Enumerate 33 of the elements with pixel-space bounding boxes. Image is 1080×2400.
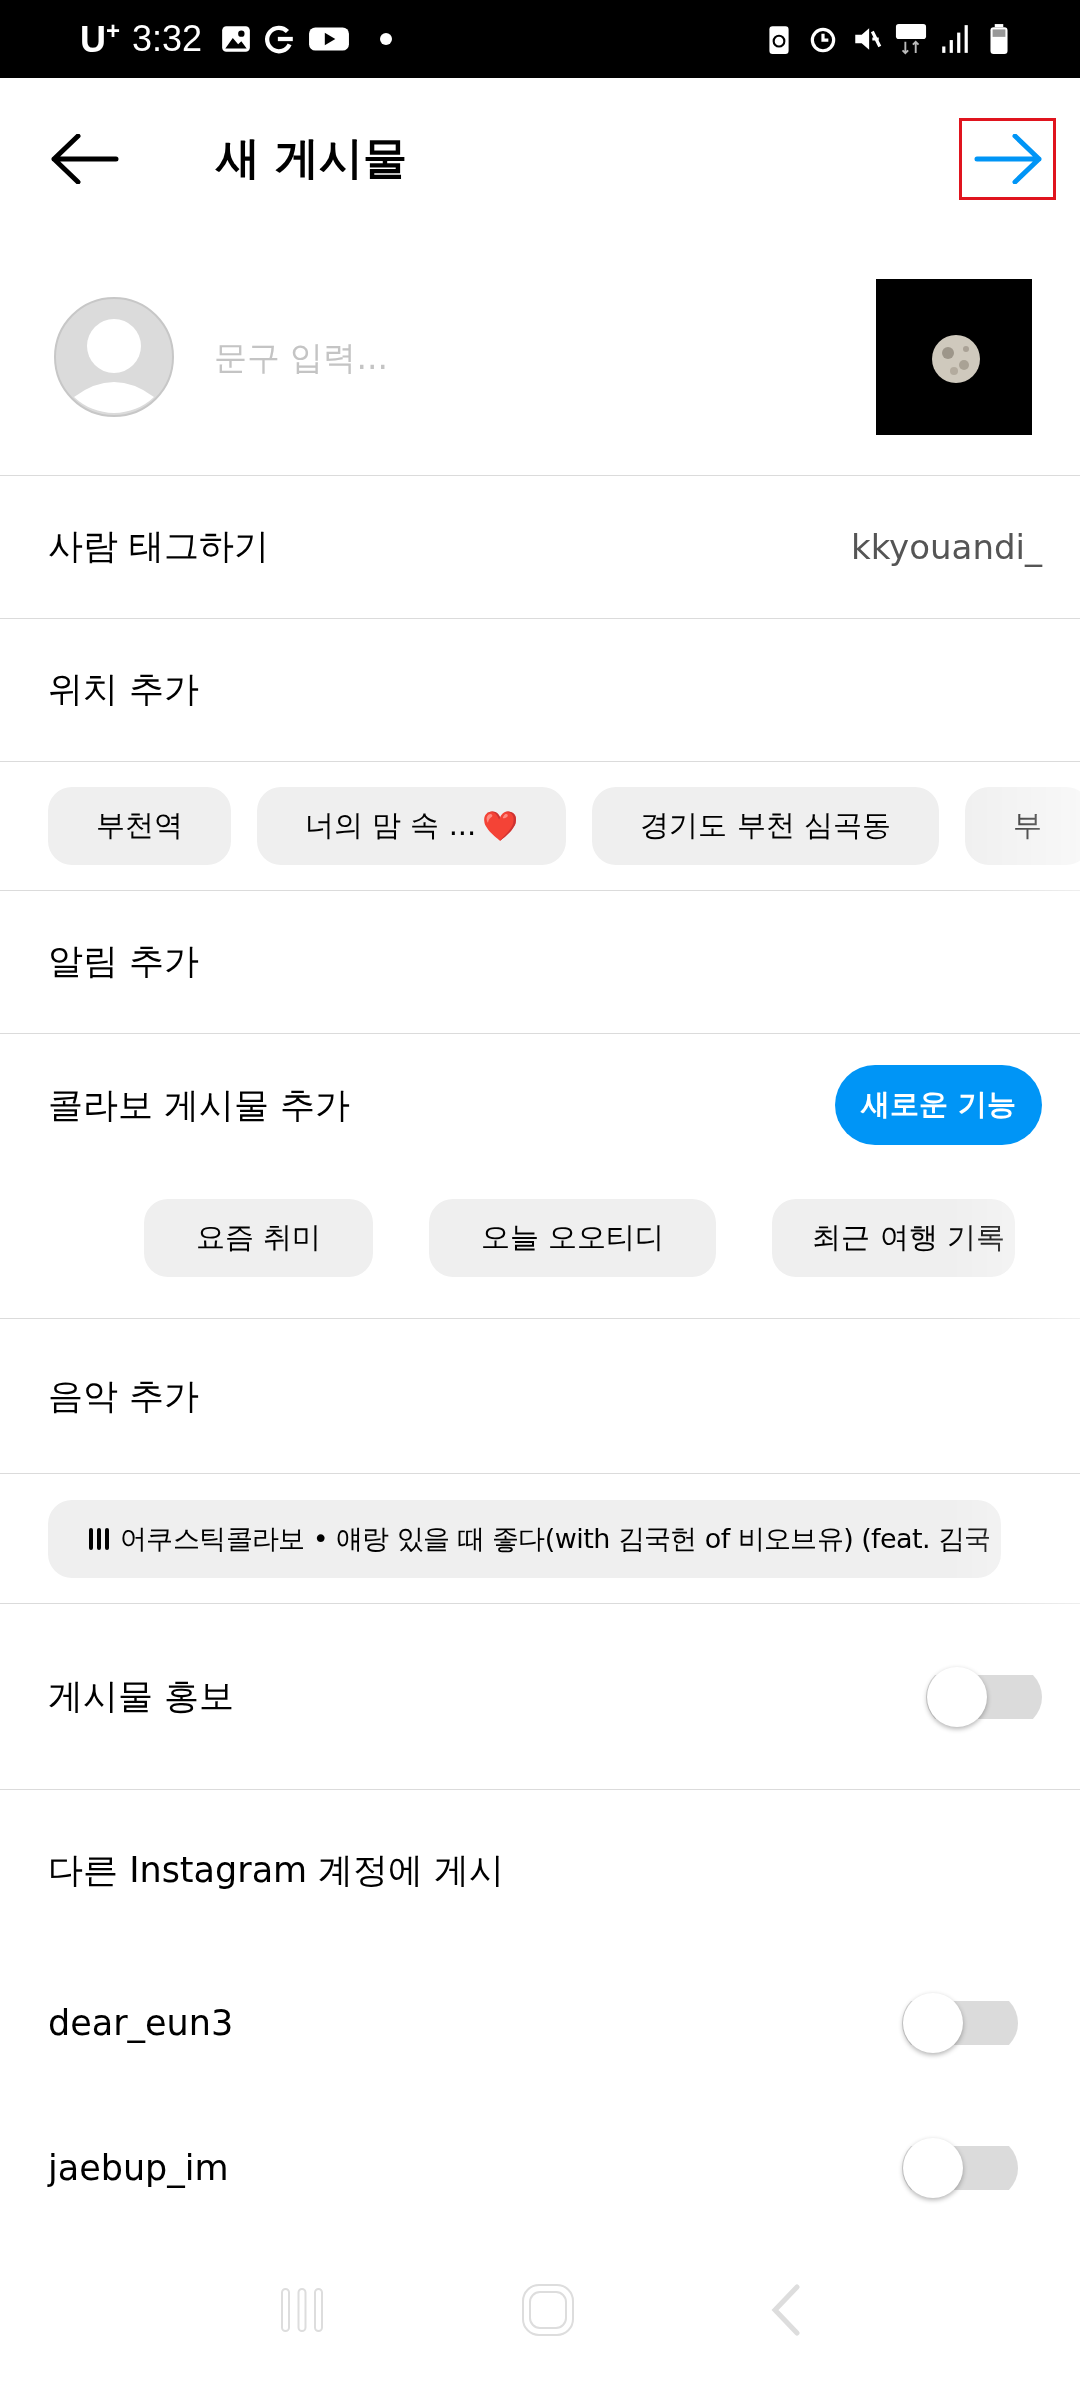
location-chip[interactable]: 부 (964, 786, 1080, 865)
location-chip[interactable]: 부천역 (48, 786, 231, 865)
collab-chip[interactable]: 오늘 오오티디 (429, 1198, 717, 1277)
home-icon[interactable] (521, 2283, 575, 2338)
other-accounts-title: 다른 Instagram 계정에 게시 (48, 1848, 505, 1892)
notification-dot-icon (380, 33, 393, 45)
promote-post-label: 게시물 홍보 (48, 1675, 235, 1719)
gallery-icon (220, 23, 253, 55)
tag-people-label[interactable]: 사람 태그하기 (48, 523, 270, 571)
caption-field[interactable]: 문구 입력... (212, 326, 876, 389)
add-location-label[interactable]: 위치 추가 (48, 666, 200, 714)
back-nav-icon[interactable] (769, 2283, 803, 2338)
equalizer-icon (88, 1525, 110, 1552)
add-music-label[interactable]: 음악 추가 (48, 1372, 200, 1420)
add-collab-label[interactable]: 콜라보 게시물 추가 (48, 1081, 351, 1129)
signal-icon (939, 23, 971, 55)
next-button[interactable] (959, 117, 1056, 200)
screen-title: 새 게시물 (216, 131, 409, 186)
account-name: dear_eun3 (48, 2002, 234, 2043)
carrier-label: U$^{+}$ (80, 17, 120, 61)
music-chip[interactable]: 어쿠스틱콜라보 • 얘랑 있을 때 좋다(with 김국헌 of 비오브유) (feat. 김국 (48, 1499, 1001, 1578)
tagged-username: kkyouandi_ (850, 526, 1042, 567)
add-reminder-label[interactable]: 알림 추가 (48, 938, 200, 986)
back-button[interactable] (50, 133, 120, 184)
location-chip[interactable]: 경기도 부천 심곡동 (592, 786, 939, 865)
location-chip[interactable]: 너의 맘 속 ... ❤ (257, 786, 567, 865)
status-time: 3:32 (132, 18, 203, 60)
5g-signal-icon (895, 23, 927, 55)
avatar-icon (54, 297, 174, 418)
collab-chip[interactable]: 최근 여행 기록 (772, 1198, 1015, 1277)
collab-chip[interactable]: 요즘 취미 (144, 1198, 374, 1277)
new-feature-badge: 새로운 기능 (834, 1065, 1042, 1146)
account-name: jaebup_im (48, 2147, 229, 2188)
